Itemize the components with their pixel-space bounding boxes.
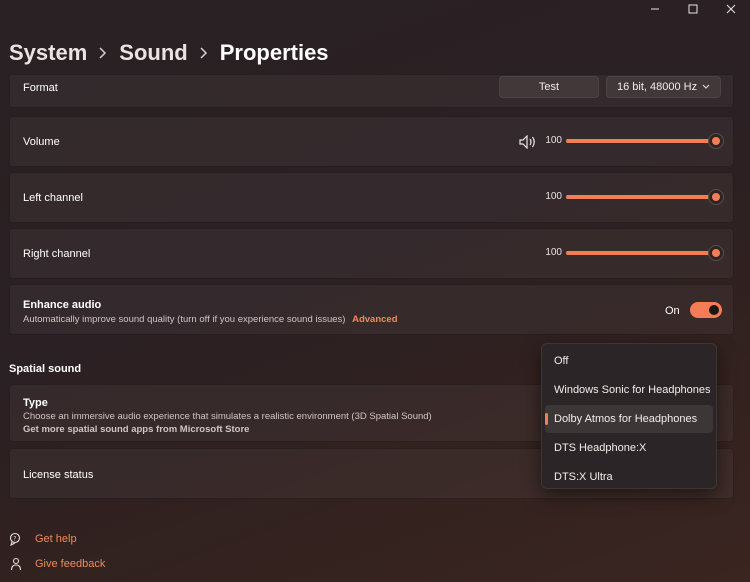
right-channel-label: Right channel bbox=[23, 248, 91, 260]
right-channel-card: Right channel 100 bbox=[9, 228, 734, 279]
minimize-icon bbox=[651, 8, 659, 10]
enhance-audio-toggle-state: On bbox=[665, 305, 680, 317]
dropdown-option-dts-headphone-x[interactable]: DTS Headphone:X bbox=[545, 434, 713, 462]
breadcrumb-system[interactable]: System bbox=[9, 40, 87, 66]
maximize-button[interactable] bbox=[674, 0, 712, 18]
svg-text:?: ? bbox=[13, 535, 16, 542]
help-chat-icon: ? bbox=[9, 532, 23, 546]
dropdown-option-dts-x-ultra[interactable]: DTS:X Ultra bbox=[545, 463, 713, 491]
volume-slider-track[interactable] bbox=[566, 132, 724, 149]
toggle-knob bbox=[709, 305, 719, 315]
dropdown-option-off[interactable]: Off bbox=[545, 347, 713, 375]
volume-slider[interactable]: 100 bbox=[538, 132, 724, 149]
format-select[interactable]: 16 bit, 48000 Hz bbox=[606, 76, 721, 98]
enhance-audio-toggle[interactable] bbox=[690, 302, 722, 318]
left-channel-slider-track[interactable] bbox=[566, 188, 724, 205]
right-channel-slider[interactable]: 100 bbox=[538, 244, 724, 261]
maximize-icon bbox=[688, 4, 698, 14]
selection-indicator bbox=[545, 413, 548, 425]
breadcrumb: System Sound Properties bbox=[9, 40, 329, 66]
microsoft-store-link[interactable]: Get more spatial sound apps from Microso… bbox=[23, 424, 249, 435]
format-card: Format Test 16 bit, 48000 Hz bbox=[9, 74, 734, 108]
format-label: Format bbox=[23, 82, 58, 94]
right-channel-value: 100 bbox=[545, 247, 562, 258]
option-label: DTS Headphone:X bbox=[554, 442, 647, 454]
enhance-audio-description-text: Automatically improve sound quality (tur… bbox=[23, 314, 346, 325]
option-label: Off bbox=[554, 355, 569, 367]
right-channel-slider-fill bbox=[566, 250, 716, 255]
right-channel-slider-thumb[interactable] bbox=[708, 244, 724, 261]
page-title: Properties bbox=[219, 40, 329, 65]
volume-label: Volume bbox=[23, 136, 60, 148]
dropdown-option-windows-sonic[interactable]: Windows Sonic for Headphones bbox=[545, 376, 713, 404]
left-channel-value: 100 bbox=[545, 191, 562, 202]
license-status-label: License status bbox=[23, 469, 94, 481]
enhance-audio-description: Automatically improve sound quality (tur… bbox=[23, 314, 398, 325]
chevron-right-icon bbox=[99, 47, 107, 59]
breadcrumb-sound[interactable]: Sound bbox=[119, 40, 187, 66]
volume-value: 100 bbox=[545, 135, 562, 146]
enhance-audio-card: Enhance audio Automatically improve soun… bbox=[9, 284, 734, 335]
right-channel-slider-track[interactable] bbox=[566, 244, 724, 261]
left-channel-slider-thumb[interactable] bbox=[708, 188, 724, 205]
window-controls bbox=[636, 0, 750, 18]
volume-card: Volume 100 bbox=[9, 116, 734, 167]
advanced-link[interactable]: Advanced bbox=[352, 314, 397, 325]
spatial-type-description: Choose an immersive audio experience tha… bbox=[23, 411, 432, 422]
speaker-icon bbox=[519, 134, 537, 154]
option-label: Dolby Atmos for Headphones bbox=[554, 413, 698, 425]
left-channel-slider-fill bbox=[566, 194, 716, 199]
test-button[interactable]: Test bbox=[499, 76, 599, 98]
left-channel-slider[interactable]: 100 bbox=[538, 188, 724, 205]
minimize-button[interactable] bbox=[636, 0, 674, 18]
left-channel-card: Left channel 100 bbox=[9, 172, 734, 223]
volume-slider-fill bbox=[566, 138, 716, 143]
give-feedback-label: Give feedback bbox=[35, 558, 106, 570]
left-channel-label: Left channel bbox=[23, 192, 83, 204]
spatial-type-label: Type bbox=[23, 397, 48, 409]
give-feedback-link[interactable]: Give feedback bbox=[9, 557, 105, 571]
get-help-link[interactable]: ? Get help bbox=[9, 532, 77, 546]
volume-slider-thumb[interactable] bbox=[708, 132, 724, 149]
chevron-down-icon bbox=[702, 82, 710, 92]
spatial-sound-dropdown[interactable]: Off Windows Sonic for Headphones Dolby A… bbox=[541, 343, 717, 489]
close-button[interactable] bbox=[712, 0, 750, 18]
option-label: DTS:X Ultra bbox=[554, 471, 613, 483]
dropdown-option-dolby-atmos[interactable]: Dolby Atmos for Headphones bbox=[545, 405, 713, 433]
format-select-value: 16 bit, 48000 Hz bbox=[617, 81, 698, 93]
chevron-right-icon bbox=[200, 47, 208, 59]
feedback-person-icon bbox=[9, 557, 23, 571]
option-label: Windows Sonic for Headphones bbox=[554, 384, 711, 396]
close-icon bbox=[726, 4, 736, 14]
spatial-sound-header: Spatial sound bbox=[9, 363, 82, 375]
get-help-label: Get help bbox=[35, 533, 77, 545]
enhance-audio-label: Enhance audio bbox=[23, 299, 102, 311]
